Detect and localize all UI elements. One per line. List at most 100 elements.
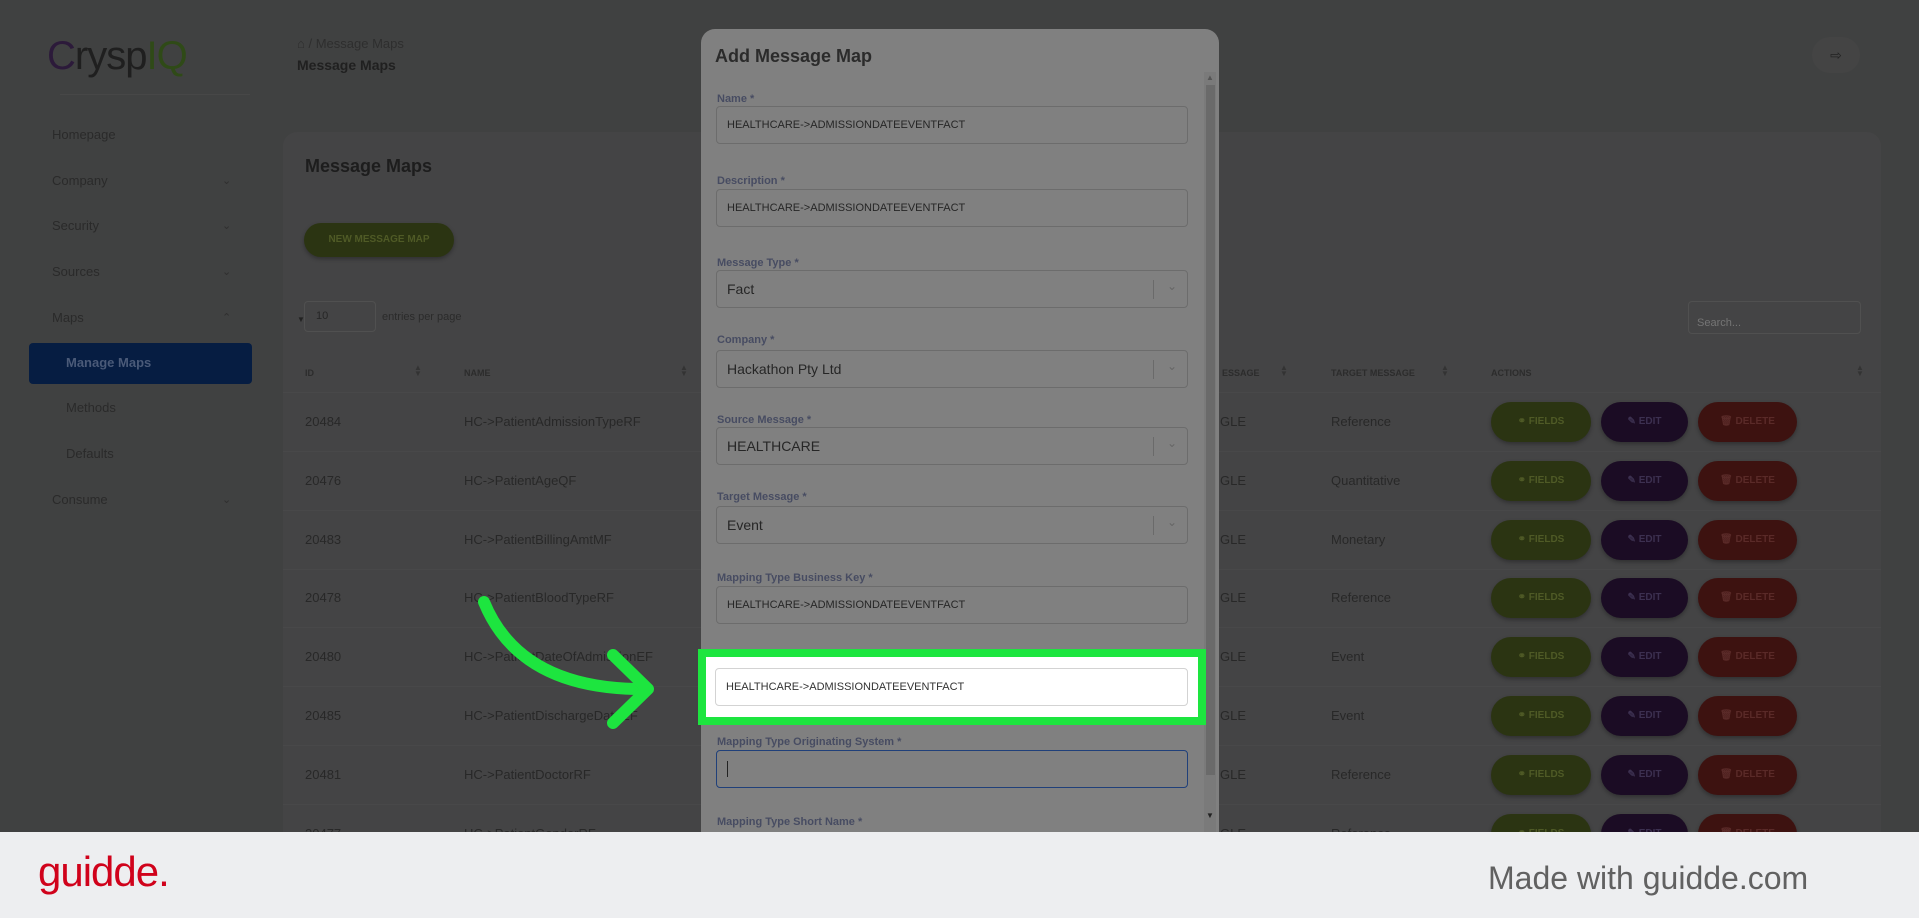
chevron-down-icon[interactable]: ⌄ — [1167, 279, 1177, 293]
delete-label: DELETE — [1735, 533, 1775, 545]
edit-label: EDIT — [1638, 592, 1662, 604]
sidebar-item-methods[interactable]: Methods — [66, 400, 116, 415]
trash-icon: 🗑 — [1720, 533, 1733, 545]
field-source-message-label: Source Message * — [717, 414, 812, 426]
sidebar-item-security[interactable]: Security — [52, 218, 99, 233]
text-cursor — [727, 761, 728, 777]
sidebar-item-maps[interactable]: Maps — [52, 310, 84, 325]
delete-button[interactable]: 🗑 DELETE — [1698, 460, 1797, 501]
scroll-up-icon[interactable]: ▲ — [1206, 73, 1214, 82]
delete-button[interactable]: 🗑 DELETE — [1698, 754, 1797, 795]
chevron-down-icon[interactable]: ⌄ — [222, 219, 231, 232]
edit-label: EDIT — [1638, 474, 1662, 486]
pencil-icon: ✎ — [1627, 710, 1636, 721]
chevron-down-icon[interactable]: ⌄ — [222, 174, 231, 187]
edit-button[interactable]: ✎ EDIT — [1601, 696, 1688, 736]
trash-icon: 🗑 — [1720, 710, 1733, 721]
chevron-down-icon[interactable]: ⌄ — [1167, 515, 1177, 529]
fields-button[interactable]: ⚭ FIELDS — [1491, 754, 1591, 795]
field-mapping-type-originating-system-input[interactable] — [716, 750, 1188, 788]
edit-button[interactable]: ✎ EDIT — [1601, 754, 1688, 795]
delete-button[interactable]: 🗑 DELETE — [1698, 519, 1797, 560]
entries-label: entries per page — [382, 311, 462, 323]
logout-button[interactable]: ⇨ — [1812, 37, 1860, 73]
field-description-input[interactable]: HEALTHCARE->ADMISSIONDATEEVENTFACT — [716, 189, 1188, 227]
sidebar-item-consume[interactable]: Consume — [52, 492, 108, 507]
cell-source: GLE — [1220, 708, 1247, 723]
chevron-down-icon[interactable]: ⌄ — [222, 265, 231, 278]
column-header-0[interactable]: ID — [305, 368, 314, 378]
trash-icon: 🗑 — [1720, 768, 1733, 780]
fields-button[interactable]: ⚭ FIELDS — [1491, 578, 1591, 619]
entries-per-page-select[interactable]: 10 — [304, 301, 376, 332]
mapping-type-field-highlighted[interactable]: HEALTHCARE->ADMISSIONDATEEVENTFACT — [715, 668, 1188, 706]
chevron-down-icon[interactable]: ⌄ — [1167, 436, 1177, 450]
breadcrumb-item[interactable]: Message Maps — [316, 36, 404, 51]
delete-button[interactable]: 🗑 DELETE — [1698, 637, 1797, 678]
new-message-map-button[interactable]: NEW MESSAGE MAP — [304, 223, 454, 257]
delete-button[interactable]: 🗑 DELETE — [1698, 402, 1797, 442]
delete-button[interactable]: 🗑 DELETE — [1698, 696, 1797, 736]
fields-button[interactable]: ⚭ FIELDS — [1491, 637, 1591, 678]
trash-icon: 🗑 — [1720, 651, 1733, 663]
chevron-down-icon[interactable]: ⌄ — [1167, 359, 1177, 373]
divider — [1153, 437, 1154, 456]
field-mapping-type-originating-system-label: Mapping Type Originating System * — [717, 736, 902, 748]
cell-target: Event — [1331, 708, 1365, 723]
sort-icon[interactable]: ▲ ▼ — [1441, 364, 1449, 378]
column-header-1[interactable]: NAME — [464, 368, 491, 378]
pencil-icon: ✎ — [1627, 651, 1636, 663]
fields-button[interactable]: ⚭ FIELDS — [1491, 402, 1591, 442]
sidebar-item-manage-maps[interactable]: Manage Maps — [29, 343, 252, 384]
chevron-down-icon[interactable]: ⌄ — [222, 493, 231, 506]
cell-name: HC->PatientAgeQF — [464, 472, 577, 488]
delete-button[interactable]: 🗑 DELETE — [1698, 578, 1797, 619]
scroll-down-icon[interactable]: ▼ — [1206, 811, 1214, 820]
home-icon[interactable]: ⌂ — [297, 36, 305, 51]
column-header-2[interactable]: ESSAGE — [1222, 368, 1260, 378]
page-title: Message Maps — [297, 57, 396, 73]
column-header-3[interactable]: TARGET MESSAGE — [1331, 368, 1415, 378]
field-name-input[interactable]: HEALTHCARE->ADMISSIONDATEEVENTFACT — [716, 106, 1188, 144]
edit-button[interactable]: ✎ EDIT — [1601, 637, 1688, 678]
cell-id: 20485 — [305, 708, 342, 723]
field-message-type-select[interactable]: Fact ⌄ — [716, 270, 1188, 308]
field-source-message-select[interactable]: HEALTHCARE ⌄ — [716, 427, 1188, 465]
search-input[interactable] — [1688, 301, 1861, 334]
sort-icon[interactable]: ▲ ▼ — [414, 364, 422, 378]
cell-source: GLE — [1220, 590, 1247, 606]
edit-button[interactable]: ✎ EDIT — [1601, 578, 1688, 619]
chevron-up-icon[interactable]: ⌃ — [222, 311, 231, 324]
field-company-select[interactable]: Hackathon Pty Ltd ⌄ — [716, 350, 1188, 388]
sidebar-item-defaults[interactable]: Defaults — [66, 446, 114, 461]
sort-icon[interactable]: ▲ ▼ — [680, 364, 688, 378]
edit-button[interactable]: ✎ EDIT — [1601, 402, 1688, 442]
field-value: Fact — [727, 281, 755, 297]
trash-icon: 🗑 — [1720, 474, 1733, 486]
field-mapping-type-business-key-input[interactable]: HEALTHCARE->ADMISSIONDATEEVENTFACT — [716, 586, 1188, 624]
trash-icon: 🗑 — [1720, 416, 1733, 427]
fields-label: FIELDS — [1528, 651, 1565, 663]
fields-label: FIELDS — [1528, 533, 1565, 545]
fields-button[interactable]: ⚭ FIELDS — [1491, 696, 1591, 736]
link-icon: ⚭ — [1517, 651, 1527, 663]
delete-label: DELETE — [1735, 710, 1775, 721]
fields-button[interactable]: ⚭ FIELDS — [1491, 460, 1591, 501]
scrollbar-thumb[interactable] — [1206, 85, 1215, 775]
sidebar-item-sources[interactable]: Sources — [52, 264, 100, 279]
sort-icon[interactable]: ▲ ▼ — [1856, 364, 1864, 378]
sort-icon[interactable]: ▲ ▼ — [1280, 364, 1288, 378]
field-target-message-select[interactable]: Event ⌄ — [716, 506, 1188, 544]
sidebar-item-homepage[interactable]: Homepage — [52, 127, 116, 142]
sidebar-item-company[interactable]: Company — [52, 173, 108, 188]
fields-button[interactable]: ⚭ FIELDS — [1491, 519, 1591, 560]
field-name-label: Name * — [717, 93, 755, 105]
edit-button[interactable]: ✎ EDIT — [1601, 519, 1688, 560]
edit-button[interactable]: ✎ EDIT — [1601, 460, 1688, 501]
edit-label: EDIT — [1638, 710, 1662, 721]
field-mapping-type-business-key-label: Mapping Type Business Key * — [717, 572, 873, 584]
cell-source: GLE — [1220, 531, 1247, 547]
cell-name: HC->PatientAdmissionTypeRF — [464, 414, 641, 429]
column-header-4[interactable]: ACTIONS — [1491, 368, 1532, 378]
cell-target: Monetary — [1331, 531, 1386, 547]
